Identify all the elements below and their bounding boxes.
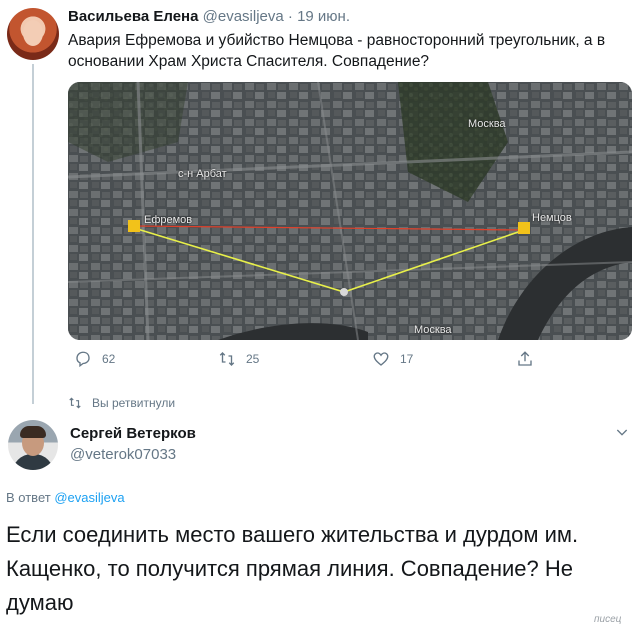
retweet-icon	[69, 397, 81, 409]
map-label-moskva-top: Москва	[468, 118, 506, 130]
avatar[interactable]	[8, 420, 58, 470]
retweet-button[interactable]: 25	[218, 350, 259, 368]
author-name[interactable]: Сергей Ветерков	[70, 425, 196, 442]
like-count: 17	[400, 352, 414, 366]
reply-handle-link[interactable]: @evasiljeva	[54, 490, 124, 505]
reply-prefix: В ответ	[6, 490, 55, 505]
chevron-down-icon[interactable]	[614, 424, 630, 440]
map-label-moskva-bottom: Москва	[414, 324, 452, 336]
nemtsov-pin	[518, 222, 530, 234]
reply-icon	[76, 351, 90, 368]
share-icon	[518, 351, 532, 366]
author-handle[interactable]: @evasiljeva	[203, 8, 284, 25]
avatar-face	[23, 20, 43, 46]
retweet-notice-text: Вы ретвитнули	[92, 396, 176, 410]
tweet-original: Васильева Елена @evasiljeva · 19 июн. Ав…	[0, 0, 640, 404]
retweet-notice: Вы ретвитнули	[68, 396, 175, 410]
author-name[interactable]: Васильева Елена	[68, 8, 198, 25]
separator: ·	[283, 8, 298, 25]
tweet-actions: 62 25 17	[68, 350, 588, 374]
cathedral-marker	[340, 288, 348, 296]
map-image[interactable]: с-н Арбат Москва Ефремов Немцов Москва	[68, 82, 632, 340]
tweet-text: Если соединить место вашего жительства и…	[6, 522, 579, 615]
like-icon	[373, 352, 389, 366]
reply-button[interactable]: 62	[74, 350, 115, 368]
reply-count: 62	[102, 352, 116, 366]
retweet-count: 25	[246, 352, 260, 366]
avatar[interactable]	[7, 8, 59, 60]
like-button[interactable]: 17	[372, 350, 413, 368]
tweet-date[interactable]: 19 июн.	[297, 8, 350, 25]
retweet-icon	[219, 352, 235, 366]
thread-line	[32, 64, 34, 404]
map-graphic	[68, 82, 632, 340]
watermark: писец	[594, 614, 622, 625]
tweet-text: Авария Ефремова и убийство Немцова - рав…	[68, 32, 606, 70]
reply-context: В ответ @evasiljeva	[6, 490, 125, 505]
avatar-hair	[20, 426, 46, 438]
share-button[interactable]	[516, 350, 534, 368]
author-handle[interactable]: @veterok07033	[70, 446, 176, 463]
map-label-nemtsov: Немцов	[532, 212, 572, 224]
map-label-arbat: с-н Арбат	[178, 168, 227, 180]
map-label-efremov: Ефремов	[144, 214, 193, 226]
avatar-shoulders	[12, 454, 54, 470]
efremov-pin	[128, 220, 140, 232]
tweet-header: Васильева Елена @evasiljeva · 19 июн.	[68, 8, 350, 25]
